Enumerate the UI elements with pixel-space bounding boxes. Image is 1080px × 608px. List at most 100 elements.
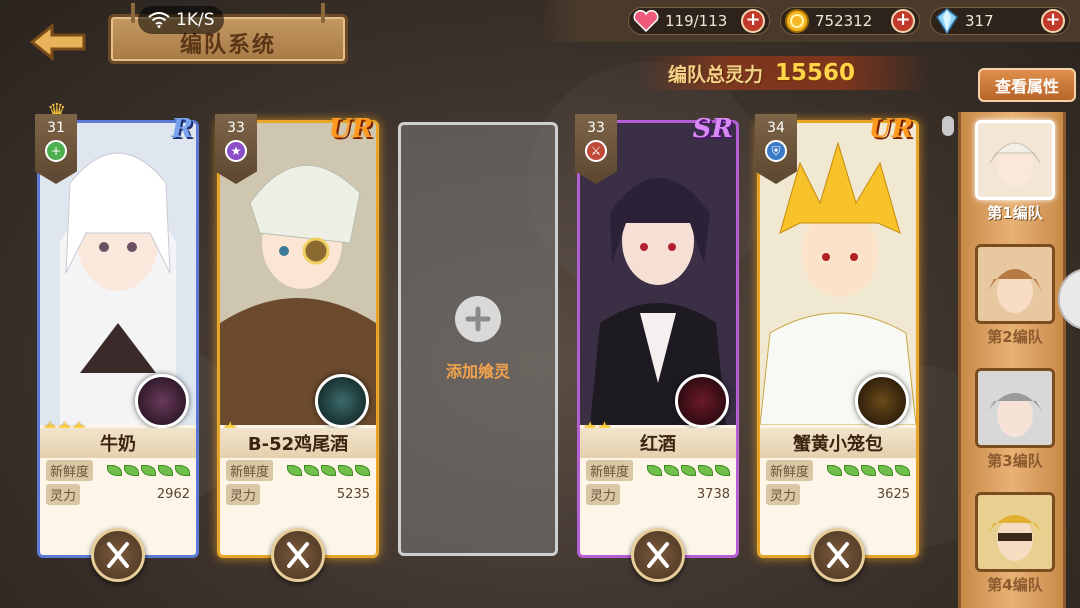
leaf-icon (664, 464, 679, 476)
back-arrow-icon (29, 22, 86, 62)
freshness-label: 新鲜度 (766, 459, 814, 481)
heart-icon (633, 10, 659, 32)
add-gold-button[interactable]: + (891, 9, 915, 33)
attack-class-icon: ⚔ (585, 140, 607, 162)
feed-button[interactable] (631, 528, 685, 582)
back-button[interactable] (26, 20, 90, 64)
leaf-icon (321, 464, 336, 476)
character-card[interactable]: 33 ⚔ SR ★★ 红酒 新鲜度 灵力 3738 (575, 114, 739, 582)
team-tab-3[interactable]: 第3编队 (973, 368, 1057, 471)
freshness-row: 新鲜度 (760, 458, 916, 482)
add-crystal-button[interactable]: + (1041, 9, 1065, 33)
leaf-icon (304, 464, 319, 476)
feed-button[interactable] (91, 528, 145, 582)
freshness-row: 新鲜度 (40, 458, 196, 482)
defense-class-icon: ⛨ (765, 140, 787, 162)
freshness-row: 新鲜度 (580, 458, 736, 482)
team-tab-4[interactable]: 第4编队 (973, 492, 1057, 595)
character-card[interactable]: 33 ★ UR ★ B-52鸡尾酒 新鲜度 灵力 5235 (215, 114, 379, 582)
power-label: 灵力 (46, 483, 81, 505)
team-power-value: 15560 (775, 60, 856, 86)
level-value: 31 (47, 120, 65, 136)
fork-knife-icon (107, 542, 129, 568)
leaf-icon (647, 464, 662, 476)
leaf-icon (107, 464, 122, 476)
freshness-leaves (107, 464, 190, 476)
skill-icon[interactable] (135, 374, 189, 428)
power-value: 2962 (156, 486, 190, 502)
plus-icon (465, 306, 491, 332)
freshness-label: 新鲜度 (226, 459, 274, 481)
add-character-button[interactable] (455, 296, 501, 342)
fork-knife-icon (287, 542, 309, 568)
feed-button[interactable] (811, 528, 865, 582)
power-value: 3738 (696, 486, 730, 502)
power-value: 5235 (336, 486, 370, 502)
character-name: 红酒 (580, 428, 736, 458)
stamina-value: 119/113 (665, 12, 728, 30)
magic-class-icon: ★ (225, 140, 247, 162)
power-row: 灵力 2962 (40, 482, 196, 506)
team-selector-panel: 第1编队 第2编队 第3编队 第4编队 (958, 112, 1066, 608)
leaf-icon (158, 464, 173, 476)
gold-value: 752312 (815, 12, 873, 30)
level-badge: 31 + (35, 114, 77, 184)
power-row: 灵力 5235 (220, 482, 376, 506)
skill-icon[interactable] (855, 374, 909, 428)
skill-icon[interactable] (675, 374, 729, 428)
leaf-icon (895, 464, 910, 476)
resource-bar: 119/113 + 752312 + 317 + (535, 0, 1080, 42)
freshness-leaves (287, 464, 370, 476)
team-leader-thumbnail (975, 492, 1055, 572)
freshness-row: 新鲜度 (220, 458, 376, 482)
fork-knife-icon (827, 542, 849, 568)
team-label: 第2编队 (987, 328, 1043, 346)
leaf-icon (878, 464, 893, 476)
level-badge: 34 ⛨ (755, 114, 797, 184)
add-character-label: 添加飨灵 (445, 362, 510, 381)
team-label: 第3编队 (987, 452, 1043, 470)
rarity-badge: UR (868, 114, 913, 144)
feed-button[interactable] (271, 528, 325, 582)
leaf-icon (681, 464, 696, 476)
leaf-icon (844, 464, 859, 476)
team-leader-thumbnail (975, 120, 1055, 200)
scroll-rail (942, 116, 954, 136)
gold-resource: 752312 + (780, 7, 920, 35)
leaf-icon (124, 464, 139, 476)
network-speed: 1K/S (176, 10, 215, 30)
leaf-icon (698, 464, 713, 476)
character-card[interactable]: ♛ 31 + R ★★★ 牛奶 新鲜度 灵力 2962 (35, 100, 199, 582)
power-label: 灵力 (766, 483, 801, 505)
rarity-badge: SR (692, 114, 733, 144)
empty-slot[interactable]: 添加飨灵 (398, 122, 558, 556)
view-attributes-button[interactable]: 查看属性 (978, 68, 1076, 102)
team-leader-thumbnail (975, 244, 1055, 324)
level-value: 33 (227, 120, 245, 136)
team-power-banner: 编队总灵力 15560 (640, 56, 930, 90)
character-card[interactable]: 34 ⛨ UR 蟹黄小笼包 新鲜度 灵力 3625 (755, 114, 919, 582)
team-label: 第1编队 (987, 204, 1043, 222)
crystal-value: 317 (965, 12, 994, 30)
team-tab-2[interactable]: 第2编队 (973, 244, 1057, 347)
leaf-icon (827, 464, 842, 476)
character-name: B-52鸡尾酒 (220, 428, 376, 458)
fork-knife-icon (647, 542, 669, 568)
team-label: 第4编队 (987, 576, 1043, 594)
freshness-label: 新鲜度 (46, 459, 94, 481)
power-value: 3625 (876, 486, 910, 502)
skill-icon[interactable] (315, 374, 369, 428)
rarity-badge: R (171, 114, 193, 144)
support-class-icon: + (45, 140, 67, 162)
gold-coin-icon (785, 9, 809, 33)
rarity-badge: UR (328, 114, 373, 144)
team-tab-1[interactable]: 第1编队 (973, 120, 1057, 223)
add-stamina-button[interactable]: + (741, 9, 765, 33)
wifi-icon (148, 12, 170, 28)
network-indicator: 1K/S (138, 6, 225, 34)
power-row: 灵力 3738 (580, 482, 736, 506)
leaf-icon (287, 464, 302, 476)
freshness-leaves (647, 464, 730, 476)
character-name: 牛奶 (40, 428, 196, 458)
freshness-leaves (827, 464, 910, 476)
